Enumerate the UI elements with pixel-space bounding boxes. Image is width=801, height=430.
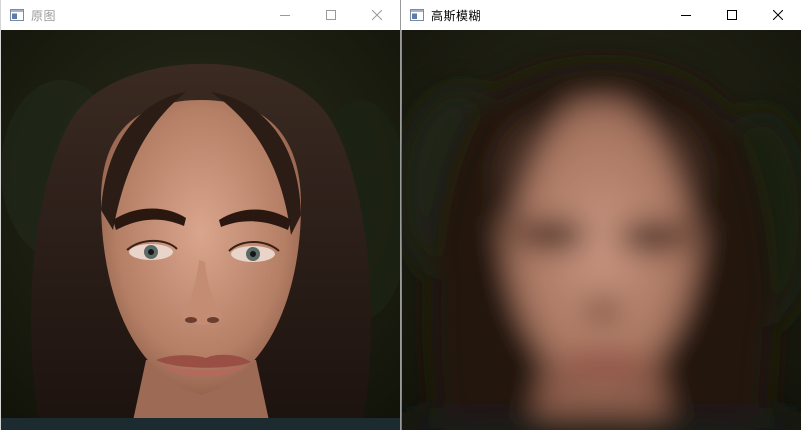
maximize-button[interactable] [308,0,354,30]
maximize-button[interactable] [709,0,755,30]
minimize-button[interactable] [663,0,709,30]
app-window-icon [409,7,425,23]
minimize-icon [280,15,290,16]
original-photo [1,30,400,430]
titlebar-original[interactable]: 原图 [1,0,400,30]
window-gaussian-blur[interactable]: 高斯模糊 [400,0,801,430]
window-controls [262,0,400,30]
window-controls [663,0,801,30]
image-canvas-original[interactable] [1,30,400,430]
minimize-button[interactable] [262,0,308,30]
window-title: 高斯模糊 [431,8,482,23]
app-window-icon [9,7,25,23]
close-icon [773,10,783,20]
window-title: 原图 [31,8,57,23]
minimize-icon [681,15,691,16]
close-button[interactable] [354,0,400,30]
window-original[interactable]: 原图 [0,0,400,430]
titlebar-gaussian-blur[interactable]: 高斯模糊 [401,0,801,30]
close-icon [372,10,382,20]
gaussian-blurred-photo [401,30,801,430]
maximize-icon [326,10,336,20]
close-button[interactable] [755,0,801,30]
maximize-icon [727,10,737,20]
image-canvas-gaussian-blur[interactable] [401,30,801,430]
desktop: 原图 高斯模糊 [0,0,801,430]
